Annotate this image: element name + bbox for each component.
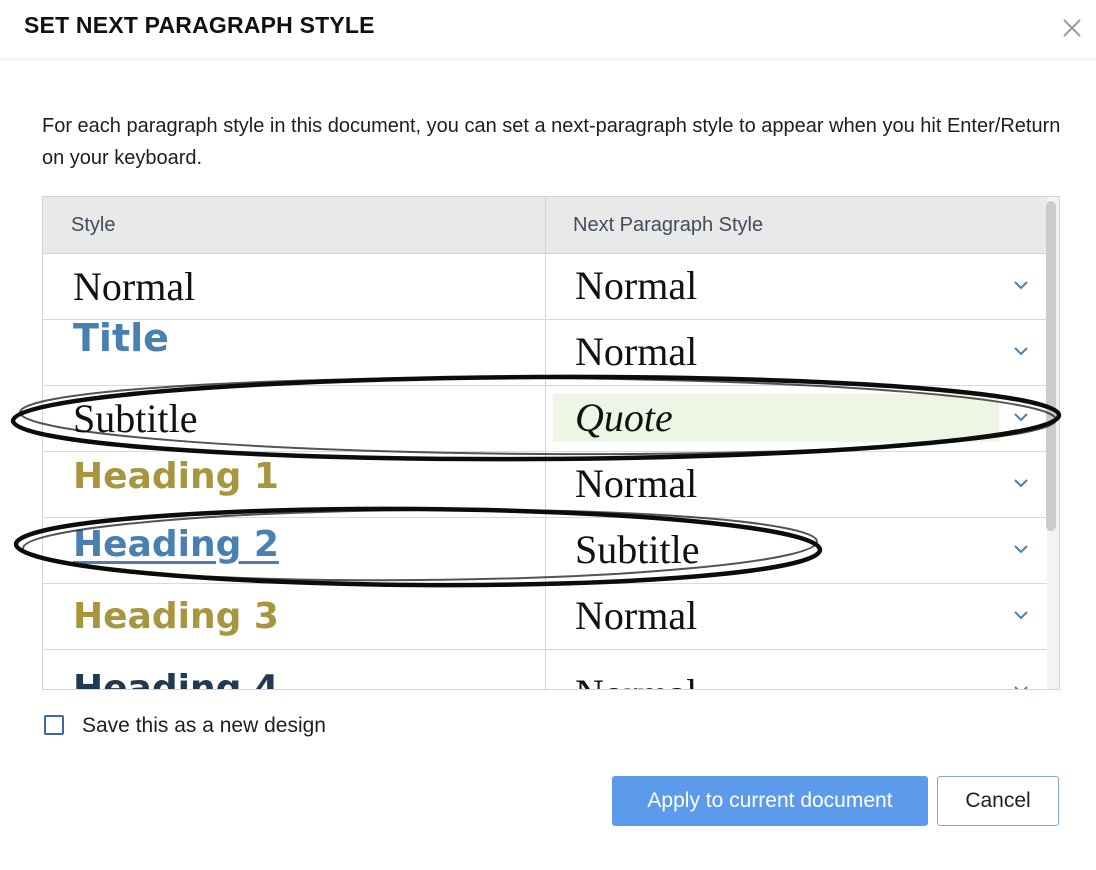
style-name: Heading 2: [73, 524, 279, 565]
next-style-select[interactable]: Normal: [553, 262, 999, 310]
chevron-down-icon[interactable]: [1013, 279, 1029, 291]
next-style-select[interactable]: Normal: [553, 328, 999, 376]
paragraph-style-table: Style Next Paragraph Style Normal Normal…: [42, 196, 1060, 690]
chevron-down-icon[interactable]: [1013, 477, 1029, 489]
next-style-value: Normal: [575, 329, 698, 374]
chevron-down-icon[interactable]: [1013, 345, 1029, 357]
column-divider: [545, 197, 546, 689]
chevron-down-icon[interactable]: [1013, 543, 1029, 555]
style-name: Subtitle: [73, 396, 198, 441]
next-style-select[interactable]: Quote: [553, 394, 999, 442]
scrollbar-thumb[interactable]: [1046, 201, 1056, 531]
dialog-header: SET NEXT PARAGRAPH STYLE: [0, 0, 1096, 59]
next-style-select[interactable]: Normal: [553, 592, 999, 640]
column-header-next-paragraph-style: Next Paragraph Style: [573, 214, 764, 236]
close-button[interactable]: [1058, 14, 1086, 42]
next-style-select[interactable]: Normal: [553, 460, 999, 508]
next-style-value: Normal: [575, 670, 697, 689]
next-style-select[interactable]: Subtitle: [553, 526, 999, 574]
set-next-paragraph-style-dialog: SET NEXT PARAGRAPH STYLE For each paragr…: [0, 0, 1096, 870]
dialog-description: For each paragraph style in this documen…: [42, 115, 1061, 169]
next-style-value: Normal: [575, 461, 698, 506]
chevron-down-icon[interactable]: [1013, 411, 1029, 423]
style-name: Heading 4: [73, 668, 279, 690]
style-name: Heading 3: [73, 596, 279, 637]
next-style-value: Normal: [575, 593, 698, 638]
next-style-value: Subtitle: [575, 527, 700, 572]
chevron-down-icon[interactable]: [1013, 609, 1029, 621]
close-icon: [1063, 19, 1081, 37]
cancel-button[interactable]: Cancel: [937, 776, 1059, 826]
style-name: Title: [73, 316, 169, 360]
apply-to-current-document-button[interactable]: Apply to current document: [612, 776, 928, 826]
next-style-select[interactable]: Normal: [553, 658, 999, 689]
next-style-value: Normal: [575, 263, 698, 308]
save-design-checkbox[interactable]: [44, 715, 64, 735]
save-design-label[interactable]: Save this as a new design: [82, 712, 326, 740]
dialog-title: SET NEXT PARAGRAPH STYLE: [24, 12, 375, 38]
chevron-down-icon[interactable]: [1013, 684, 1029, 690]
column-header-style: Style: [71, 214, 116, 236]
style-name: Heading 1: [73, 456, 279, 497]
next-style-value: Quote: [575, 395, 673, 440]
